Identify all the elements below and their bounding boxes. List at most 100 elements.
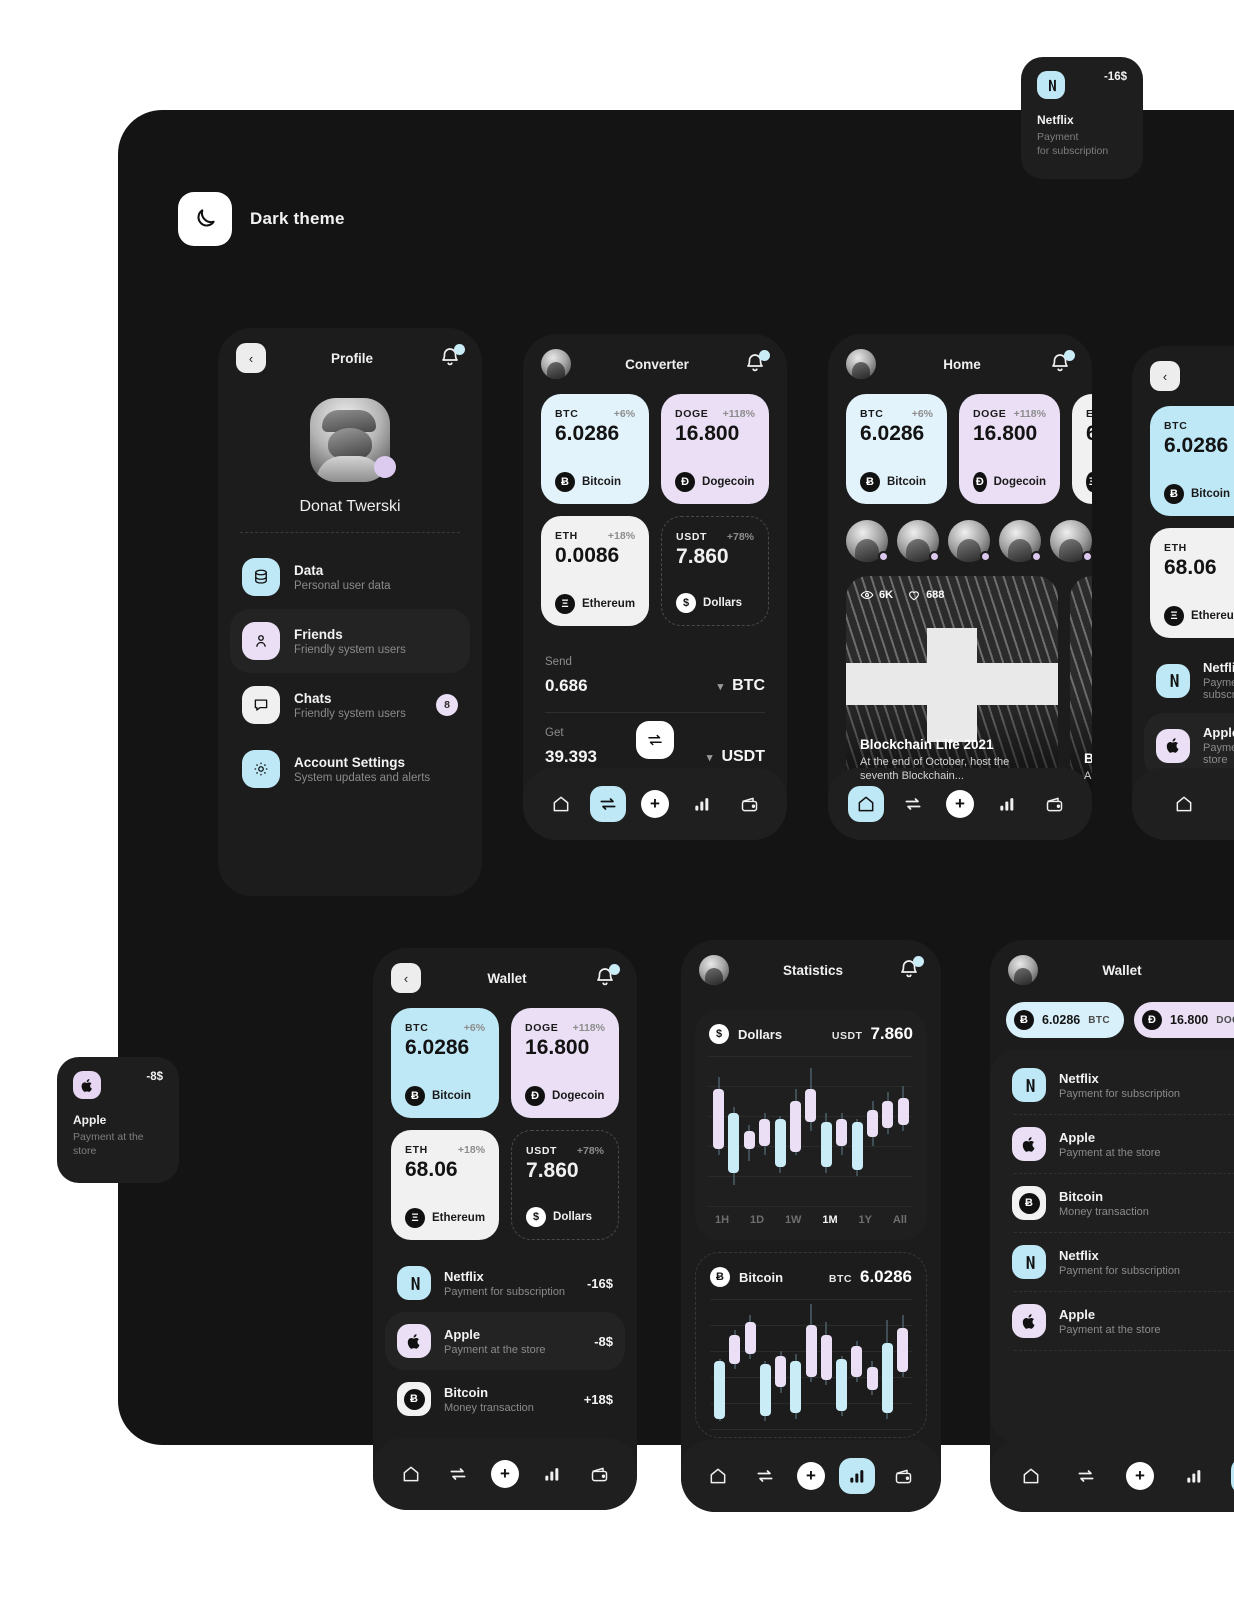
nav-convert[interactable] [895, 786, 931, 822]
nav-wallet[interactable] [1036, 786, 1072, 822]
coin-card-eth[interactable]: ETH+18% 68.06 ΞEthereum [1072, 394, 1092, 504]
swap-icon[interactable] [636, 721, 674, 759]
bell-icon[interactable] [897, 956, 924, 983]
get-currency-select[interactable]: ▾ USDT [707, 748, 765, 766]
nav-home[interactable] [700, 1458, 736, 1494]
table-row[interactable]: Ƀ BitcoinMoney transaction +18$ [385, 1370, 625, 1428]
nav-add[interactable]: + [1122, 1458, 1158, 1494]
bell-icon[interactable] [438, 344, 465, 371]
bell-icon[interactable] [1048, 350, 1075, 377]
toast-sub: Payment for subscription [1037, 131, 1109, 158]
feed-card[interactable]: B A s [1070, 576, 1092, 794]
nav-add[interactable]: + [487, 1456, 523, 1492]
nav-wallet[interactable] [731, 786, 767, 822]
coin-card-btc[interactable]: BTC +6% 6.0286 Ƀ Bitcoin [391, 1008, 500, 1118]
balance-chip-doge[interactable]: Đ 16.800 DOGE [1134, 1002, 1234, 1038]
range-1y[interactable]: 1Y [859, 1214, 872, 1226]
table-row[interactable]: NetflixPayment for subscription -16$ [1000, 1233, 1234, 1291]
avatar[interactable] [541, 349, 571, 379]
story-avatar[interactable] [999, 520, 1042, 562]
toast-netflix[interactable]: -16$ Netflix Payment for subscription [1021, 57, 1143, 179]
nav-home[interactable] [1013, 1458, 1049, 1494]
coin-card-doge[interactable]: DOGE +118% 16.800 Đ Dogecoin [959, 394, 1060, 504]
table-row[interactable]: ApplePayment at the store -8$ [1000, 1115, 1234, 1173]
stories-row[interactable] [828, 504, 1092, 562]
coin-card-usdt[interactable]: USDT +78% 7.860 $ Dollars [661, 516, 769, 626]
toast-amount: -16$ [1103, 71, 1127, 83]
range-1h[interactable]: 1H [715, 1214, 729, 1226]
range-1m[interactable]: 1M [822, 1214, 837, 1226]
profile-identity: Donat Twerski [218, 398, 482, 516]
coin-card-doge[interactable]: DOGE +118% 16.800 Đ Dogecoin [511, 1008, 619, 1118]
toast-title: Netflix [1037, 113, 1074, 127]
nav-add[interactable]: + [942, 786, 978, 822]
range-all[interactable]: All [893, 1214, 907, 1226]
feed-carousel[interactable]: 6K 688 Blockchain Life 2021 At the end o… [828, 562, 1092, 794]
tx-amount: -8$ [594, 1333, 613, 1349]
table-row[interactable]: NetflixPayment for subscription -16$ [385, 1254, 625, 1312]
feed-card[interactable]: 6K 688 Blockchain Life 2021 At the end o… [846, 576, 1058, 794]
story-avatar[interactable] [1050, 520, 1092, 562]
apple-icon [1156, 728, 1190, 763]
story-avatar[interactable] [948, 520, 991, 562]
nav-statistics[interactable] [534, 1456, 570, 1492]
coin-card-doge[interactable]: DOGE +118% 16.800 Đ Dogecoin [661, 394, 769, 504]
coin-card-eth[interactable]: ETH 68.06 Ξ Ethereum [1150, 528, 1234, 638]
home-coin-carousel[interactable]: BTC +6% 6.0286 Ƀ Bitcoin DOGE +118% 16.800 … [828, 394, 1092, 504]
range-tabs[interactable]: 1H 1D 1W 1M 1Y All [709, 1206, 913, 1232]
nav-add[interactable]: + [793, 1458, 829, 1494]
nav-wallet[interactable] [581, 1456, 617, 1492]
coin-value: 68.06 [1086, 422, 1092, 445]
table-row[interactable]: ApplePayment at the store -8$ [385, 1312, 625, 1370]
balance-chip-btc[interactable]: Ƀ 6.0286 BTC [1006, 1002, 1124, 1038]
wallet-transactions: Netflix Payment for subscription -16$ App… [373, 1240, 637, 1428]
nav-add[interactable]: + [637, 786, 673, 822]
table-row[interactable]: Netflix Payment for subscription [1144, 648, 1234, 713]
story-avatar[interactable] [846, 520, 889, 562]
range-1d[interactable]: 1D [750, 1214, 764, 1226]
sidebar-item-chats[interactable]: Chats Friendly system users 8 [230, 673, 470, 737]
coin-card-eth[interactable]: ETH +18% 0.0086 Ξ Ethereum [541, 516, 650, 626]
table-row[interactable]: NetflixPayment for subscription -16$ [1000, 1056, 1234, 1114]
nav-home[interactable] [1166, 786, 1202, 822]
chevron-left-icon[interactable]: ‹ [1150, 361, 1180, 391]
toast-apple[interactable]: -8$ Apple Payment at the store [57, 1057, 179, 1183]
avatar[interactable] [699, 955, 729, 985]
bell-icon[interactable] [593, 964, 620, 991]
nav-statistics[interactable] [989, 786, 1025, 822]
nav-statistics[interactable] [684, 786, 720, 822]
send-amount-input[interactable]: 0.686 [545, 676, 588, 696]
chevron-left-icon[interactable]: ‹ [391, 963, 421, 993]
nav-convert[interactable] [440, 1456, 476, 1492]
nav-statistics[interactable] [839, 1458, 876, 1494]
sidebar-item-friends[interactable]: Friends Friendly system users [230, 609, 470, 673]
avatar[interactable] [846, 349, 876, 379]
coin-card-btc[interactable]: BTC 6.0286 Ƀ Bitcoin [1150, 406, 1234, 516]
nav-wallet[interactable] [886, 1458, 922, 1494]
send-currency-select[interactable]: ▾ BTC [718, 677, 765, 695]
nav-home[interactable] [847, 786, 884, 822]
candle [851, 1299, 863, 1429]
table-row[interactable]: Ƀ BitcoinMoney transaction +18$ [1000, 1174, 1234, 1232]
range-1w[interactable]: 1W [785, 1214, 802, 1226]
chevron-down-icon: ▾ [717, 680, 724, 693]
coin-card-eth[interactable]: ETH+18% 68.06 ΞEthereum [391, 1130, 500, 1240]
get-amount-input[interactable]: 39.393 [545, 747, 597, 767]
avatar[interactable] [1008, 955, 1038, 985]
nav-convert[interactable] [589, 786, 626, 822]
tx-name: Apple [444, 1326, 481, 1342]
chevron-left-icon[interactable]: ‹ [236, 343, 266, 373]
bell-icon[interactable] [743, 350, 770, 377]
coin-card-btc[interactable]: BTC +6% 6.0286 Ƀ Bitcoin [541, 394, 650, 504]
story-avatar[interactable] [897, 520, 940, 562]
sidebar-item-data[interactable]: Data Personal user data [230, 545, 470, 609]
nav-statistics[interactable] [1176, 1458, 1212, 1494]
nav-home[interactable] [393, 1456, 429, 1492]
table-row[interactable]: ApplePayment at the store -8$ [1000, 1292, 1234, 1350]
nav-convert[interactable] [1068, 1458, 1104, 1494]
nav-home[interactable] [543, 786, 579, 822]
coin-card-btc[interactable]: BTC +6% 6.0286 Ƀ Bitcoin [846, 394, 947, 504]
coin-card-usdt[interactable]: USDT +78% 7.860 $ Dollars [511, 1130, 619, 1240]
nav-convert[interactable] [747, 1458, 783, 1494]
sidebar-item-account-settings[interactable]: Account Settings System updates and aler… [230, 737, 470, 801]
